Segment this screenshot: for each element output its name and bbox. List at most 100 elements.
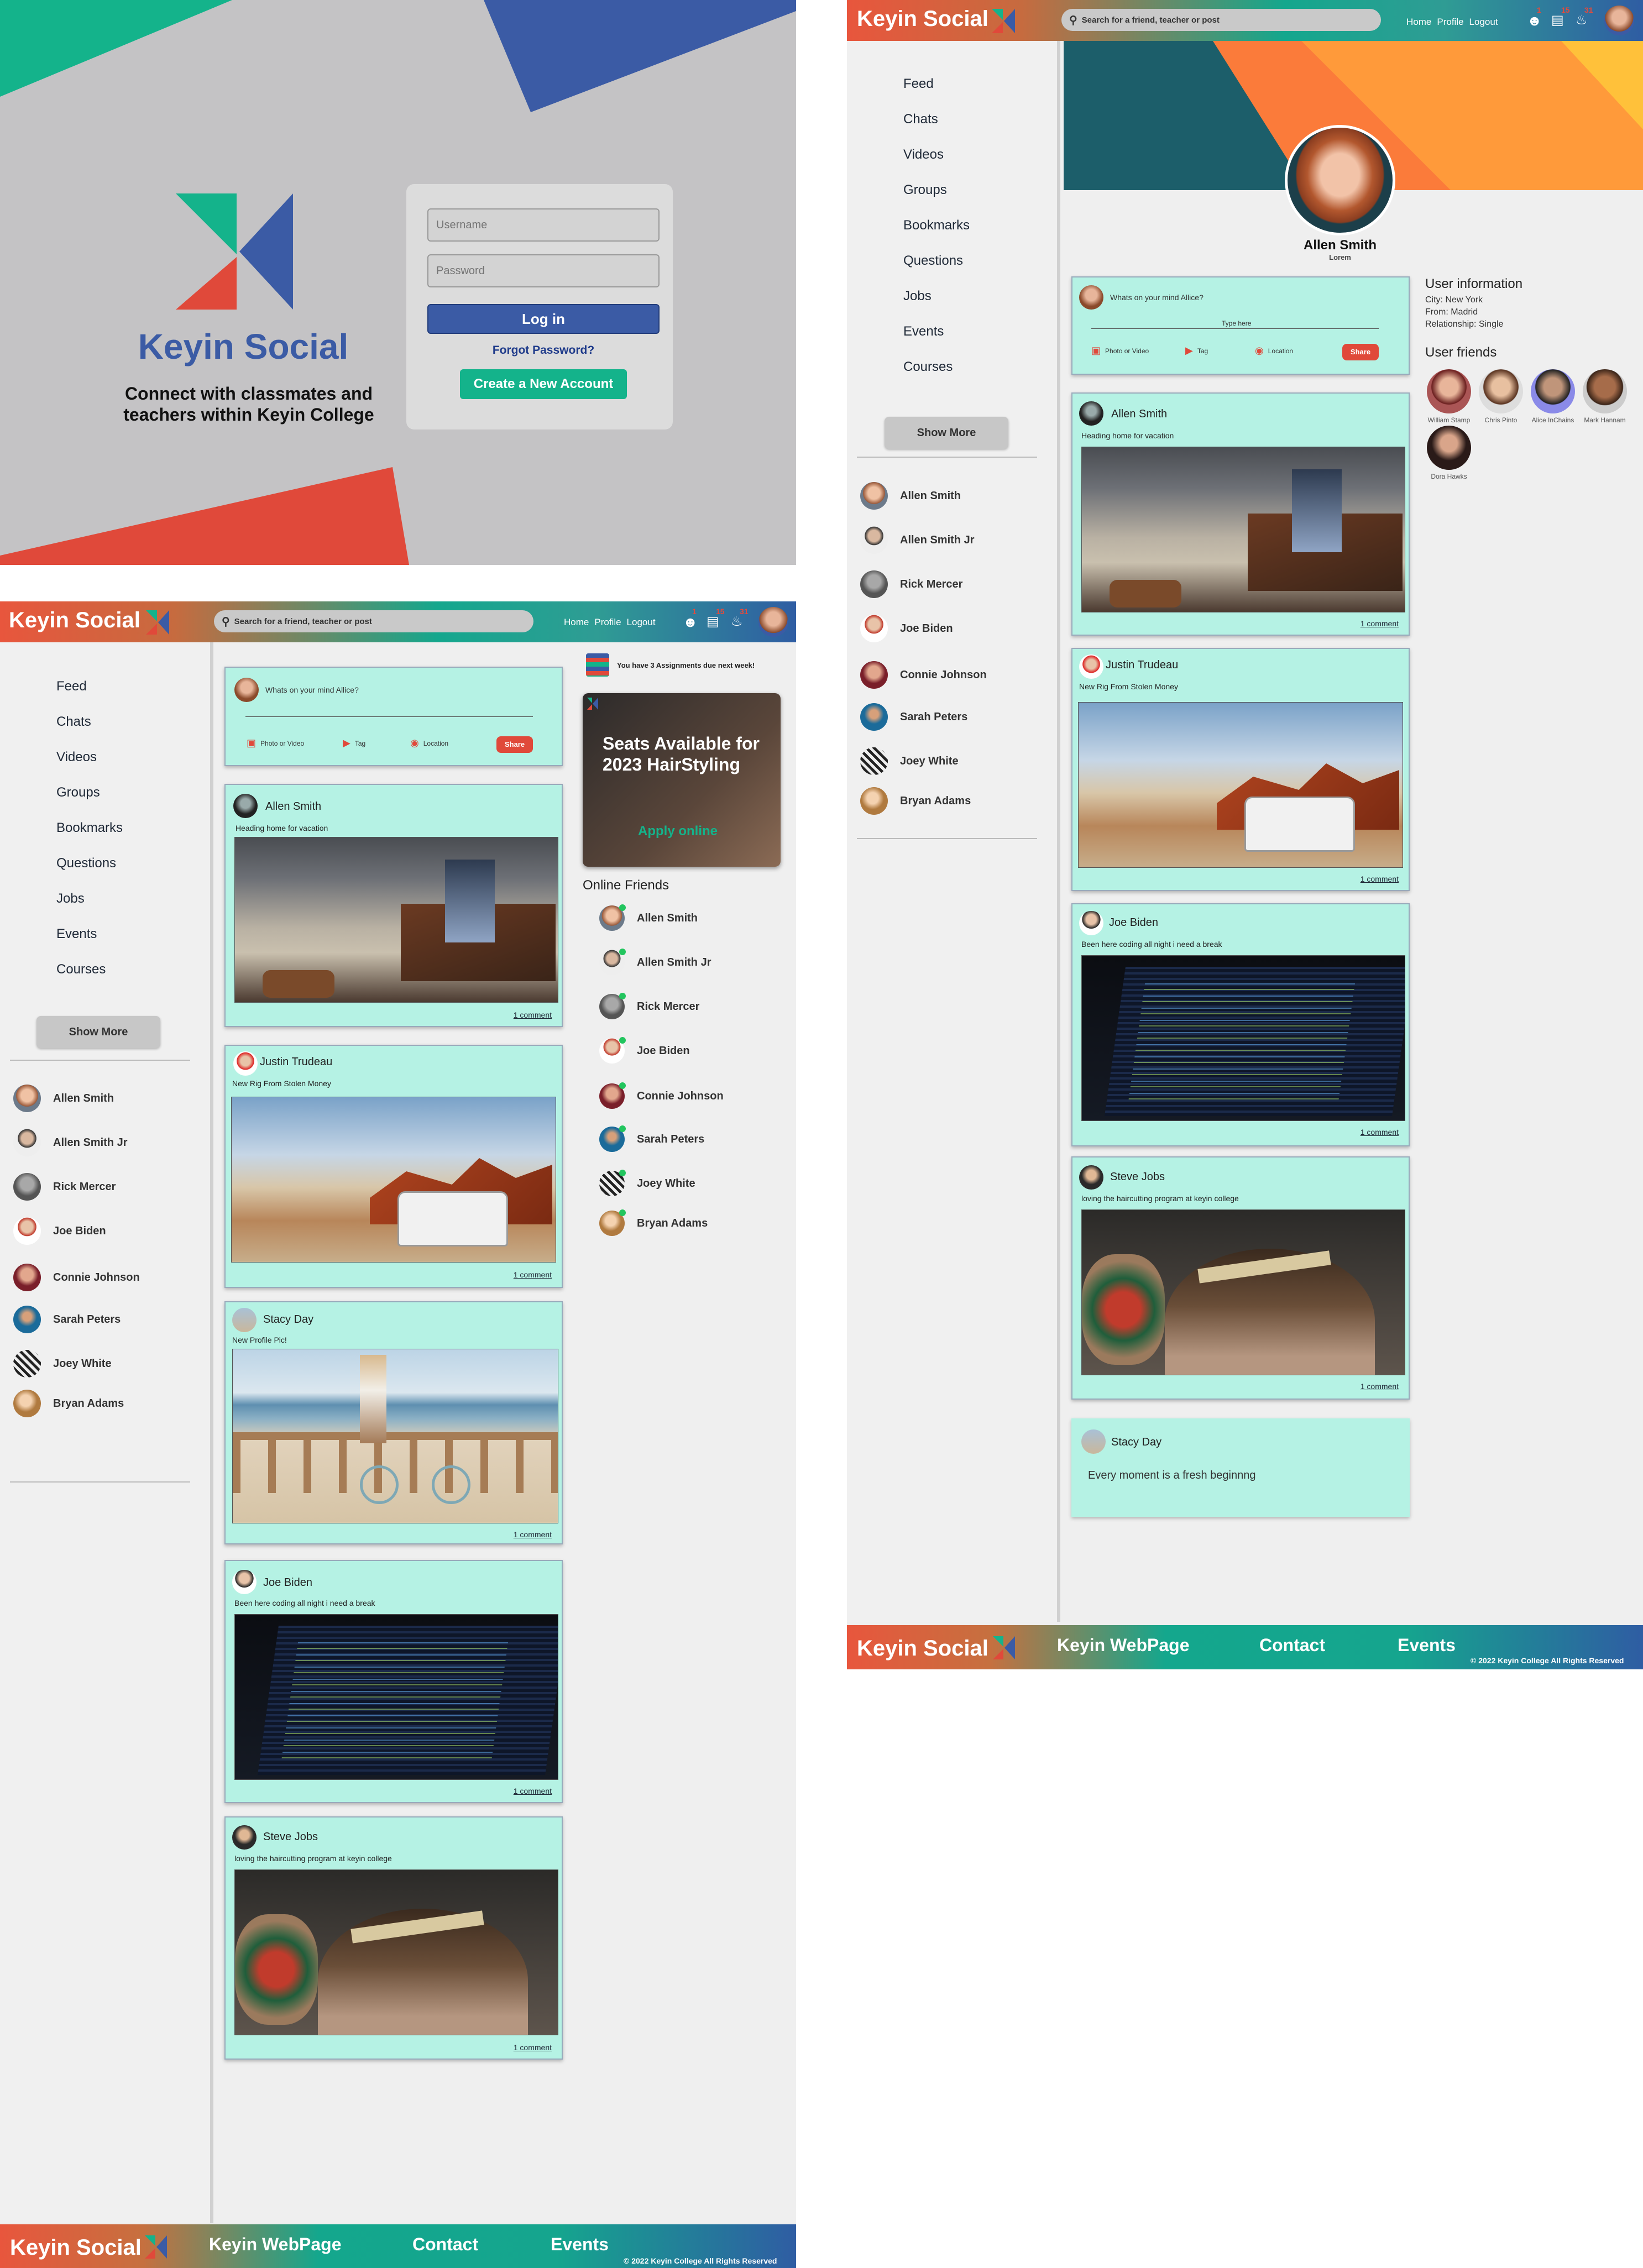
sidebar-friend[interactable]: Bryan Adams: [13, 1390, 124, 1417]
menu-jobs[interactable]: Jobs: [56, 891, 85, 907]
tag-option[interactable]: ▶ Tag: [343, 737, 365, 749]
online-friend[interactable]: Joey White: [599, 1170, 695, 1196]
post-comments-link[interactable]: 1 comment: [1361, 1382, 1399, 1391]
password-input[interactable]: [427, 254, 660, 287]
photo-video-option[interactable]: ▣ Photo or Video: [247, 737, 304, 749]
post-author[interactable]: Stacy Day: [1111, 1436, 1161, 1449]
post-author[interactable]: Justin Trudeau: [1106, 659, 1178, 672]
bell-icon[interactable]: ♨: [731, 614, 743, 630]
sidebar-friend[interactable]: Allen Smith Jr: [860, 526, 974, 554]
user-friend[interactable]: Mark Hannam: [1581, 369, 1629, 424]
post-comments-link[interactable]: 1 comment: [514, 1530, 552, 1539]
online-friend[interactable]: Sarah Peters: [599, 1125, 704, 1152]
online-friend[interactable]: Allen Smith: [599, 904, 698, 931]
profile-icon[interactable]: ☻: [1527, 12, 1542, 29]
post-author[interactable]: Joe Biden: [1109, 916, 1158, 929]
nav-logout[interactable]: Logout: [1469, 17, 1498, 28]
header-brand[interactable]: Keyin Social: [9, 608, 140, 633]
user-friend[interactable]: Chris Pinto: [1477, 369, 1525, 424]
show-more-button[interactable]: Show More: [885, 417, 1008, 449]
post-comments-link[interactable]: 1 comment: [1361, 874, 1399, 883]
post-comments-link[interactable]: 1 comment: [1361, 619, 1399, 628]
bell-icon[interactable]: ♨: [1576, 12, 1588, 28]
post-author[interactable]: Allen Smith: [265, 800, 321, 813]
login-button[interactable]: Log in: [427, 304, 660, 334]
composer-type-here[interactable]: Type here: [1222, 319, 1251, 327]
tag-option[interactable]: ▶ Tag: [1185, 345, 1208, 357]
assignments-notice[interactable]: You have 3 Assignments due next week!: [586, 653, 755, 677]
menu-questions[interactable]: Questions: [56, 856, 116, 871]
menu-groups[interactable]: Groups: [56, 785, 100, 800]
sidebar-friend[interactable]: Connie Johnson: [860, 661, 987, 689]
sidebar-friend[interactable]: Joey White: [860, 747, 959, 775]
nav-home[interactable]: Home: [564, 617, 589, 628]
footer-link-webpage[interactable]: Keyin WebPage: [209, 2234, 341, 2255]
online-friend[interactable]: Joe Biden: [599, 1037, 690, 1064]
post-comments-link[interactable]: 1 comment: [514, 2043, 552, 2052]
footer-link-webpage[interactable]: Keyin WebPage: [1057, 1635, 1189, 1656]
user-friend[interactable]: Alice InChains: [1529, 369, 1577, 424]
sidebar-friend[interactable]: Rick Mercer: [13, 1173, 116, 1201]
post-author[interactable]: Stacy Day: [263, 1313, 313, 1326]
post-author[interactable]: Steve Jobs: [263, 1831, 318, 1843]
footer-link-events[interactable]: Events: [551, 2234, 609, 2255]
menu-chats[interactable]: Chats: [56, 714, 91, 730]
search-input[interactable]: ⚲ Search for a friend, teacher or post: [1061, 9, 1381, 31]
user-friend[interactable]: Dora Hawks: [1425, 426, 1473, 480]
ad-cta[interactable]: Apply online: [638, 824, 718, 839]
sidebar-friend[interactable]: Sarah Peters: [860, 703, 967, 731]
post-comments-link[interactable]: 1 comment: [514, 1010, 552, 1019]
sidebar-friend[interactable]: Joe Biden: [13, 1217, 106, 1245]
online-friend[interactable]: Connie Johnson: [599, 1082, 724, 1109]
composer-prompt[interactable]: Whats on your mind Allice?: [265, 685, 359, 694]
share-button[interactable]: Share: [496, 736, 533, 753]
menu-bookmarks[interactable]: Bookmarks: [56, 820, 123, 836]
menu-chats[interactable]: Chats: [903, 112, 938, 127]
profile-avatar[interactable]: [1285, 125, 1395, 235]
post-author[interactable]: Justin Trudeau: [260, 1056, 332, 1068]
user-avatar[interactable]: [758, 607, 788, 637]
header-brand[interactable]: Keyin Social: [857, 7, 988, 32]
menu-feed[interactable]: Feed: [903, 76, 934, 92]
nav-home[interactable]: Home: [1406, 17, 1431, 28]
sidebar-friend[interactable]: Joe Biden: [860, 615, 953, 642]
user-avatar[interactable]: [1604, 6, 1634, 35]
chat-icon[interactable]: ▤: [1551, 12, 1564, 28]
sidebar-friend[interactable]: Allen Smith: [13, 1085, 114, 1112]
menu-videos[interactable]: Videos: [56, 750, 97, 765]
photo-video-option[interactable]: ▣ Photo or Video: [1091, 345, 1149, 357]
menu-groups[interactable]: Groups: [903, 182, 947, 198]
sidebar-friend[interactable]: Sarah Peters: [13, 1306, 121, 1333]
menu-events[interactable]: Events: [903, 324, 944, 339]
nav-profile[interactable]: Profile: [1437, 17, 1463, 28]
profile-icon[interactable]: ☻: [683, 614, 698, 631]
menu-feed[interactable]: Feed: [56, 679, 87, 694]
online-friend[interactable]: Allen Smith Jr: [599, 949, 711, 975]
sidebar-friend[interactable]: Joey White: [13, 1350, 112, 1377]
menu-courses[interactable]: Courses: [56, 962, 106, 977]
sidebar-friend[interactable]: Allen Smith Jr: [13, 1129, 127, 1156]
forgot-password-link[interactable]: Forgot Password?: [427, 344, 660, 357]
share-button[interactable]: Share: [1342, 344, 1379, 360]
create-account-button[interactable]: Create a New Account: [460, 369, 627, 399]
username-input[interactable]: [427, 208, 660, 242]
location-option[interactable]: ◉ Location: [410, 737, 448, 749]
location-option[interactable]: ◉ Location: [1255, 345, 1293, 357]
sidebar-friend[interactable]: Rick Mercer: [860, 570, 962, 598]
post-author[interactable]: Steve Jobs: [1110, 1171, 1165, 1183]
composer-prompt[interactable]: Whats on your mind Allice?: [1110, 293, 1204, 302]
online-friend[interactable]: Rick Mercer: [599, 993, 699, 1019]
menu-bookmarks[interactable]: Bookmarks: [903, 218, 970, 233]
post-comments-link[interactable]: 1 comment: [514, 1270, 552, 1279]
menu-questions[interactable]: Questions: [903, 253, 963, 269]
post-comments-link[interactable]: 1 comment: [514, 1787, 552, 1795]
menu-jobs[interactable]: Jobs: [903, 289, 932, 304]
sidebar-friend[interactable]: Connie Johnson: [13, 1264, 140, 1291]
search-input[interactable]: ⚲ Search for a friend, teacher or post: [214, 610, 533, 632]
online-friend[interactable]: Bryan Adams: [599, 1209, 708, 1236]
post-author[interactable]: Joe Biden: [263, 1576, 312, 1589]
nav-profile[interactable]: Profile: [594, 617, 621, 628]
sidebar-friend[interactable]: Bryan Adams: [860, 787, 971, 815]
user-friend[interactable]: William Stamp: [1425, 369, 1473, 424]
footer-link-events[interactable]: Events: [1398, 1635, 1456, 1656]
